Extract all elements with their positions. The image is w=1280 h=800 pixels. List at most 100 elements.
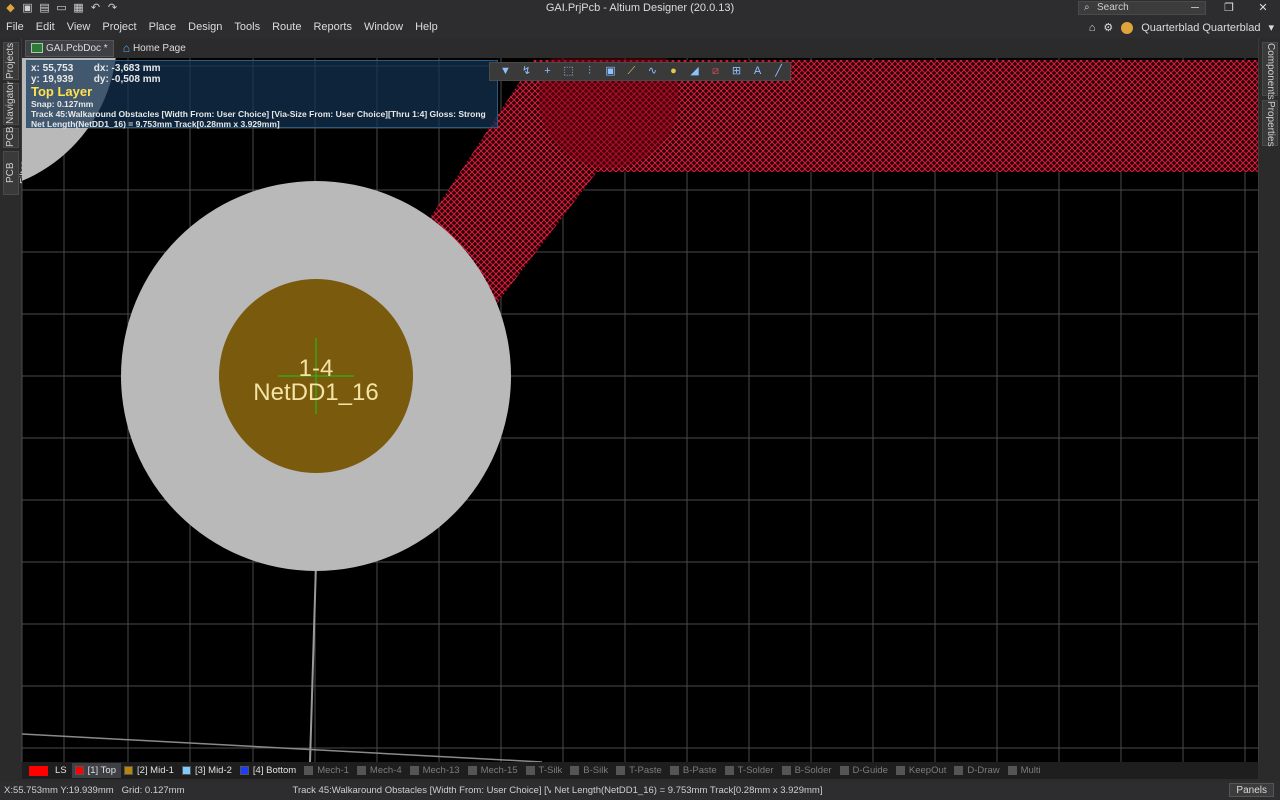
pad-net-name: NetDD1_16 (253, 379, 378, 406)
keepout-icon[interactable]: ⧄ (705, 63, 726, 80)
string-icon[interactable]: A (747, 63, 768, 80)
tab-pcbdoc[interactable]: GAI.PcbDoc * (25, 39, 114, 57)
home-icon[interactable]: ⌂ (1089, 22, 1096, 34)
panel-tab-pcb-filter[interactable]: PCB Filter (3, 151, 30, 195)
layer-tab[interactable]: B-Solder (779, 763, 837, 778)
app-logo-icon: ◆ (6, 2, 15, 14)
menu-help[interactable]: Help (409, 17, 444, 38)
save-icon[interactable]: ▣ (21, 2, 34, 15)
layer-color-swatch (239, 766, 249, 775)
chevron-down-icon[interactable]: ▾ (1268, 21, 1274, 34)
document-tabs: GAI.PcbDoc * ⌂ Home Page (22, 38, 1258, 58)
tab-pcbdoc-label: GAI.PcbDoc * (46, 42, 108, 54)
quick-access-toolbar: ◆ ▣ ▤ ▭ ▦ ↶ ↷ (0, 2, 119, 15)
panel-tab-components[interactable]: Components (1262, 42, 1278, 100)
layer-tab[interactable]: Mech-1 (301, 763, 354, 778)
minimize-button[interactable]: ─ (1178, 0, 1212, 17)
panels-button[interactable]: Panels (1229, 783, 1274, 797)
hud-net-length: Net Length(NetDD1_16) = 9.753mm Track[0.… (31, 119, 280, 129)
window-controls: ─ ❐ ✕ (1178, 0, 1280, 17)
layer-tab[interactable]: T-Silk (523, 763, 568, 778)
polygon-icon[interactable]: ◢ (684, 63, 705, 80)
left-panel-strip: Projects Navigator PCB PCB Filter (0, 38, 30, 762)
menu-right-area: ⌂ ⚙ Quarterblad Quarterblad ▾ (1089, 17, 1274, 38)
layer-tab[interactable]: Mech-4 (354, 763, 407, 778)
menu-file[interactable]: File (0, 17, 30, 38)
save-all-icon[interactable]: ▤ (38, 2, 51, 15)
status-coords: X:55.753mm Y:19.939mm (4, 785, 114, 796)
menu-tools[interactable]: Tools (228, 17, 266, 38)
menu-route[interactable]: Route (266, 17, 307, 38)
layer-tab[interactable]: KeepOut (893, 763, 952, 778)
layer-tab[interactable]: B-Paste (667, 763, 722, 778)
layer-tab[interactable]: B-Silk (567, 763, 613, 778)
pcb-document-icon (31, 43, 43, 53)
dimension-icon[interactable]: ⊞ (726, 63, 747, 80)
panel-tab-properties[interactable]: Properties (1262, 100, 1278, 147)
hud-row-x: x: 55,753 dx: -3,683 mm (31, 63, 493, 74)
search-placeholder: Search (1097, 2, 1129, 13)
menu-edit[interactable]: Edit (30, 17, 61, 38)
layer-color-swatch (409, 766, 419, 775)
layer-tab-label: Mech-4 (369, 765, 402, 776)
layer-color-swatch (356, 766, 366, 775)
menu-bar: File Edit View Project Place Design Tool… (0, 17, 1280, 38)
user-name[interactable]: Quarterblad Quarterblad (1141, 22, 1260, 34)
menu-window[interactable]: Window (358, 17, 409, 38)
hud-x: x: 55,753 (31, 63, 74, 74)
panel-tab-navigator[interactable]: Navigator (3, 81, 19, 125)
differential-pair-icon[interactable]: ∿ (642, 63, 663, 80)
hud-snap: Snap: 0.127mm (31, 99, 94, 109)
layer-tab[interactable]: T-Solder (722, 763, 779, 778)
menu-project[interactable]: Project (96, 17, 142, 38)
select-rect-icon[interactable]: ⬚ (558, 63, 579, 80)
layer-tab-label: KeepOut (908, 765, 947, 776)
layer-tab[interactable]: [1] Top (71, 763, 121, 778)
via-icon[interactable]: ● (663, 63, 684, 80)
panel-tab-pcb[interactable]: PCB (3, 126, 19, 148)
interactive-route-icon[interactable]: ⟋ (621, 63, 642, 80)
restore-button[interactable]: ❐ (1212, 0, 1246, 17)
menu-view[interactable]: View (61, 17, 97, 38)
open-folder-icon[interactable]: ▭ (55, 2, 68, 15)
layer-color-swatch (724, 766, 734, 775)
pcb-canvas[interactable]: 1-4 NetDD1_16 (22, 58, 1258, 762)
route-icon[interactable]: ↯ (516, 63, 537, 80)
layer-tab[interactable]: D-Guide (837, 763, 893, 778)
hud-dx: dx: -3,683 mm (93, 63, 161, 74)
layer-tab[interactable]: [3] Mid-2 (179, 763, 237, 778)
heads-up-display: x: 55,753 dx: -3,683 mm y: 19,939 dy: -0… (26, 60, 498, 129)
layer-tab[interactable]: [2] Mid-1 (121, 763, 179, 778)
menu-design[interactable]: Design (182, 17, 228, 38)
layer-color-swatch (123, 766, 133, 775)
close-button[interactable]: ✕ (1246, 0, 1280, 17)
layer-tab[interactable]: D-Draw (951, 763, 1004, 778)
menu-place[interactable]: Place (143, 17, 183, 38)
layer-tab[interactable]: T-Paste (613, 763, 667, 778)
layer-color-swatch (669, 766, 679, 775)
avatar[interactable] (1121, 21, 1134, 34)
layer-tab[interactable]: Mech-13 (407, 763, 465, 778)
component-icon[interactable]: ▣ (600, 63, 621, 80)
gear-icon[interactable]: ⚙ (1103, 21, 1113, 34)
menu-reports[interactable]: Reports (307, 17, 358, 38)
status-track: Track 45:Walkaround Obstacles [Width Fro… (292, 785, 551, 796)
plus-icon[interactable]: + (537, 63, 558, 80)
filter-icon[interactable]: ▼ (495, 63, 516, 80)
title-bar: ◆ ▣ ▤ ▭ ▦ ↶ ↷ GAI.PrjPcb - Altium Design… (0, 0, 1280, 17)
line-icon[interactable]: ╱ (768, 63, 789, 80)
layer-tab[interactable]: [4] Bottom (237, 763, 301, 778)
layer-tab-label: T-Paste (629, 765, 662, 776)
layer-tab[interactable]: LS (26, 763, 72, 778)
status-bar: X:55.753mm Y:19.939mm Grid: 0.127mm Trac… (0, 781, 1280, 800)
open-project-icon[interactable]: ▦ (72, 2, 85, 15)
tab-home-page[interactable]: ⌂ Home Page (118, 40, 191, 57)
active-bar: ▼ ↯ + ⬚ ⫶ ▣ ⟋ ∿ ● ◢ ⧄ ⊞ A ╱ (489, 62, 791, 81)
panel-tab-projects[interactable]: Projects (3, 42, 19, 80)
layer-tab[interactable]: Mech-15 (465, 763, 523, 778)
redo-icon[interactable]: ↷ (106, 2, 119, 15)
align-icon[interactable]: ⫶ (579, 63, 600, 80)
undo-icon[interactable]: ↶ (89, 2, 102, 15)
layer-tab-label: LS (55, 765, 67, 776)
layer-tab[interactable]: Multi (1005, 763, 1046, 778)
